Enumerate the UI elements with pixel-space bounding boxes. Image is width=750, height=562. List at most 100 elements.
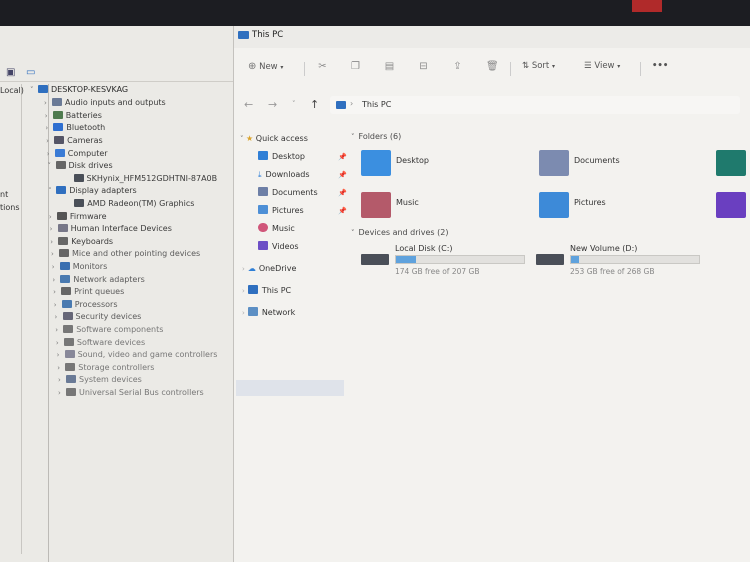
paste-icon[interactable]: ▤ <box>384 61 395 73</box>
nav-pictures[interactable]: Pictures 📌 <box>258 204 347 218</box>
tree-child-label: SKHynix_HFM512GDHTNI-87A0B <box>86 173 218 183</box>
view-button[interactable]: ☰ View ▾ <box>584 61 620 71</box>
drive-c[interactable]: Local Disk (C:) 174 GB free of 207 GB <box>361 244 531 278</box>
forward-arrow-icon[interactable]: → <box>268 98 277 111</box>
plus-icon: ⊕ <box>248 61 257 72</box>
tree-item[interactable]: › Sound, video and game controllers <box>57 349 217 361</box>
new-label: New <box>259 62 278 72</box>
device-category-icon <box>59 249 69 258</box>
tree-item-label: Monitors <box>72 262 108 271</box>
this-pc-icon <box>336 101 346 109</box>
this-pc-icon <box>247 285 258 294</box>
folder-desktop-icon <box>361 150 391 176</box>
tree-item[interactable]: › Keyboards <box>50 236 113 248</box>
delete-icon[interactable]: 🗑 <box>486 61 499 73</box>
sort-button[interactable]: ⇅ Sort ▾ <box>522 61 555 71</box>
nav-documents[interactable]: Documents 📌 <box>258 186 347 200</box>
chevron-right-icon: › <box>44 99 47 108</box>
up-arrow-icon[interactable]: ↑ <box>310 98 319 111</box>
tree-item[interactable]: › Processors <box>54 299 118 311</box>
new-button[interactable]: ⊕ New ▾ <box>248 61 283 72</box>
drives-section-header[interactable]: ˅ Devices and drives (2) <box>351 228 448 237</box>
rename-icon[interactable]: ⊟ <box>418 61 429 73</box>
monitor-icon[interactable]: ▭ <box>26 68 38 78</box>
tree-item-label: Bluetooth <box>66 123 106 133</box>
folder-videos[interactable] <box>716 192 746 222</box>
drive-d[interactable]: New Volume (D:) 253 GB free of 268 GB <box>536 244 706 278</box>
folder-documents[interactable]: Documents <box>539 150 699 180</box>
device-manager-toolbar: ▣ ▭ <box>0 64 233 82</box>
tree-item[interactable]: › Universal Serial Bus controllers <box>58 387 204 399</box>
nav-quick-access[interactable]: ˅ ★ Quick access <box>240 132 308 146</box>
tree-item[interactable]: › Mice and other pointing devices <box>51 248 200 260</box>
videos-icon <box>258 241 268 250</box>
chevron-right-icon: › <box>49 225 53 234</box>
breadcrumb-this-pc[interactable]: This PC <box>362 100 391 109</box>
folder-music-label: Music <box>396 198 419 207</box>
tree-item[interactable]: › Software components <box>55 324 163 336</box>
drives-header-label: Devices and drives (2) <box>358 228 449 237</box>
tree-item[interactable]: › Computer <box>47 148 108 160</box>
tree-item-label: Network adapters <box>73 274 145 284</box>
folder-desktop[interactable]: Desktop <box>361 150 521 180</box>
tree-item[interactable]: › Storage controllers <box>57 362 154 374</box>
folder-pictures[interactable]: Pictures <box>539 192 699 222</box>
navigation-pane: ˅ ★ Quick access Desktop 📌 ⤓ Downloads 📌 … <box>234 124 347 554</box>
chevron-right-icon: › <box>51 250 54 259</box>
device-icon <box>73 173 84 182</box>
copy-icon[interactable]: ❐ <box>350 61 361 73</box>
nav-downloads[interactable]: ⤓ Downloads 📌 <box>258 168 347 182</box>
share-icon[interactable]: ⇪ <box>452 61 463 73</box>
tree-item[interactable]: › Batteries <box>45 110 102 122</box>
cut-icon[interactable]: ✂ <box>317 61 328 73</box>
tree-root[interactable]: ˅ DESKTOP-KESVKAG <box>30 84 128 96</box>
tree-item[interactable]: › Security devices <box>55 311 142 323</box>
tree-item[interactable]: › Bluetooth <box>45 122 105 134</box>
nav-music-label: Music <box>272 224 295 233</box>
tree-child-item[interactable]: AMD Radeon(TM) Graphics <box>74 198 194 210</box>
tree-item[interactable]: › Software devices <box>56 337 145 349</box>
tree-item[interactable]: › Firmware <box>49 211 107 223</box>
breadcrumb-chevron-icon: › <box>350 99 354 108</box>
nav-videos[interactable]: Videos <box>258 240 299 254</box>
drive-c-free-space: 174 GB free of 207 GB <box>395 267 480 276</box>
console-tree-local[interactable]: Local) <box>0 86 24 95</box>
tree-item[interactable]: › System devices <box>58 374 142 386</box>
tree-item[interactable]: › Cameras <box>46 135 103 147</box>
tree-item-label: Security devices <box>75 312 142 322</box>
scan-hardware-icon[interactable]: ▣ <box>6 68 18 78</box>
tree-item-label: Batteries <box>65 110 102 120</box>
folders-section-header[interactable]: ˅ Folders (6) <box>351 132 401 141</box>
tree-item-label: Human Interface Devices <box>70 224 172 234</box>
tree-item[interactable]: › Audio inputs and outputs <box>44 97 166 109</box>
nav-network[interactable]: › Network <box>242 306 295 320</box>
nav-desktop[interactable]: Desktop 📌 <box>258 150 347 164</box>
folder-downloads[interactable] <box>716 150 746 180</box>
drive-c-usage-bar <box>395 255 525 264</box>
tree-child-item[interactable]: SKHynix_HFM512GDHTNI-87A0B <box>73 173 218 185</box>
address-bar[interactable]: › This PC <box>330 96 740 114</box>
recent-chevron-icon[interactable]: ˅ <box>292 100 296 108</box>
folder-music[interactable]: Music <box>361 192 521 222</box>
nav-videos-label: Videos <box>272 242 299 251</box>
device-category-icon <box>61 299 72 308</box>
more-options-button[interactable]: ••• <box>652 61 668 71</box>
tree-item[interactable]: ˅ Disk drives <box>48 160 113 172</box>
nav-onedrive[interactable]: › ☁ OneDrive <box>242 262 296 276</box>
tree-item-label: Keyboards <box>71 236 114 246</box>
tree-item[interactable]: › Monitors <box>52 261 108 273</box>
nav-this-pc[interactable]: › This PC <box>242 284 291 298</box>
tree-item-label: System devices <box>79 375 142 385</box>
tree-item-label: Print queues <box>74 287 125 297</box>
chevron-down-icon: ▾ <box>551 63 555 70</box>
tree-item-label: Cameras <box>67 136 103 145</box>
tree-item[interactable]: › Network adapters <box>52 274 145 286</box>
back-arrow-icon[interactable]: ← <box>244 98 253 111</box>
tree-item[interactable]: › Human Interface Devices <box>50 223 172 235</box>
nav-music[interactable]: Music <box>258 222 295 236</box>
chevron-right-icon: › <box>55 326 58 334</box>
tree-item[interactable]: › Print queues <box>53 286 124 298</box>
tree-item[interactable]: ˅ Display adapters <box>48 185 137 197</box>
tree-root-label: DESKTOP-KESVKAG <box>51 85 129 94</box>
console-tree-pane: Local) nt tions <box>0 84 24 554</box>
